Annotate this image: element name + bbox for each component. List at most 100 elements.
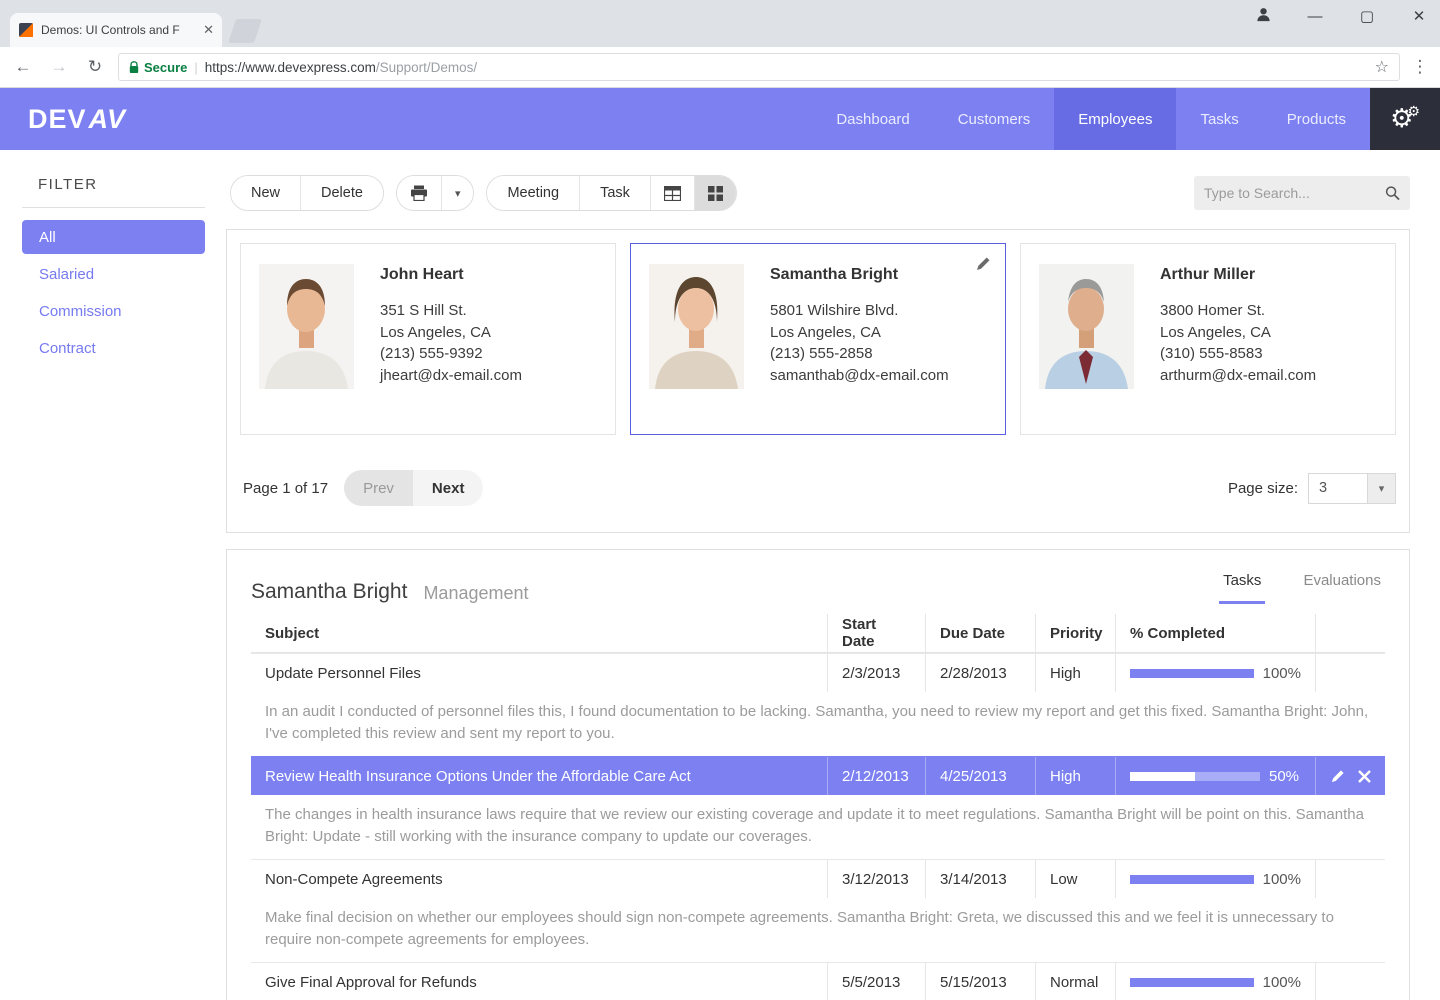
employee-card-john-heart[interactable]: John Heart 351 S Hill St. Los Angeles, C… [240,243,616,435]
omnibox-separator: | [194,60,197,75]
task-subject: Update Personnel Files [251,654,827,692]
print-button[interactable] [397,176,441,210]
task-priority: Normal [1035,963,1115,1000]
new-tab-button[interactable] [228,19,262,43]
secure-badge[interactable]: Secure [129,60,187,75]
sidebar-item-contract[interactable]: Contract [22,331,205,365]
col-actions [1315,614,1385,652]
search-icon[interactable] [1385,185,1400,201]
prev-page-button[interactable]: Prev [344,470,413,506]
task-priority: High [1035,654,1115,692]
employee-name: Arthur Miller [1160,266,1316,284]
page-size-select[interactable]: 3 ▾ [1308,473,1396,504]
card-view-icon [708,186,723,201]
tab-tasks[interactable]: Tasks [1219,566,1265,604]
pager-buttons: Prev Next [344,470,483,506]
tab-evaluations[interactable]: Evaluations [1299,566,1385,604]
profile-icon[interactable] [1252,6,1274,27]
task-subject: Give Final Approval for Refunds [251,963,827,1000]
url-field[interactable]: Secure | https://www.devexpress.com/Supp… [118,53,1400,81]
tasks-table: Subject Start Date Due Date Priority % C… [251,614,1385,1000]
nav-item-dashboard[interactable]: Dashboard [812,88,933,150]
table-row[interactable]: Update Personnel Files 2/3/2013 2/28/201… [251,653,1385,692]
task-due: 5/15/2013 [925,963,1035,1000]
tab-close-icon[interactable]: ✕ [203,22,214,38]
card-view-button[interactable] [694,176,736,210]
table-row-selected[interactable]: Review Health Insurance Options Under th… [251,756,1385,795]
new-button[interactable]: New [231,176,300,210]
maximize-icon[interactable]: ▢ [1356,7,1378,25]
nav-item-products[interactable]: Products [1263,88,1370,150]
table-view-button[interactable] [650,176,694,210]
browser-tab-strip: Demos: UI Controls and F ✕ — ▢ ✕ [0,0,1440,47]
col-priority[interactable]: Priority [1035,614,1115,652]
employee-card-samantha-bright[interactable]: Samantha Bright 5801 Wilshire Blvd. Los … [630,243,1006,435]
sidebar-item-commission[interactable]: Commission [22,294,205,328]
col-completed[interactable]: % Completed [1115,614,1315,652]
delete-button[interactable]: Delete [300,176,383,210]
table-row[interactable]: Give Final Approval for Refunds 5/5/2013… [251,962,1385,1000]
main-nav: Dashboard Customers Employees Tasks Prod… [812,88,1370,150]
gear-small-icon: ⚙ [1407,104,1420,120]
browser-tab[interactable]: Demos: UI Controls and F ✕ [10,13,222,47]
back-icon[interactable]: ← [10,57,36,77]
task-start: 5/5/2013 [827,963,925,1000]
col-start-date[interactable]: Start Date [827,614,925,652]
task-button[interactable]: Task [579,176,650,210]
task-subject: Review Health Insurance Options Under th… [251,757,827,795]
employee-phone: (213) 555-9392 [380,343,522,365]
col-due-date[interactable]: Due Date [925,614,1035,652]
devav-logo[interactable]: DEVAV [0,88,126,150]
nav-item-tasks[interactable]: Tasks [1176,88,1262,150]
col-subject[interactable]: Subject [251,614,827,652]
search-input[interactable] [1204,185,1385,201]
task-due: 3/14/2013 [925,860,1035,898]
task-due: 2/28/2013 [925,654,1035,692]
sidebar-item-salaried[interactable]: Salaried [22,257,205,291]
sidebar-item-all[interactable]: All [22,220,205,254]
task-priority: Low [1035,860,1115,898]
table-header-row: Subject Start Date Due Date Priority % C… [251,614,1385,653]
employee-detail-panel: Samantha Bright Management Tasks Evaluat… [226,549,1410,1000]
employee-address2: Los Angeles, CA [380,322,522,344]
forward-icon[interactable]: → [46,57,72,77]
filter-sidebar: FILTER All Salaried Commission Contract [0,150,225,1000]
employee-address1: 351 S Hill St. [380,300,522,322]
chevron-down-icon[interactable]: ▾ [1367,474,1395,503]
print-dropdown-button[interactable]: ▾ [441,176,474,210]
task-progress: 100% [1115,963,1315,1000]
task-progress: 100% [1115,654,1315,692]
bookmark-star-icon[interactable]: ☆ [1375,57,1389,77]
lock-icon [129,61,139,74]
refresh-icon[interactable]: ↻ [82,57,108,77]
task-note: The changes in health insurance laws req… [251,795,1385,859]
detail-tabs: Tasks Evaluations [1219,566,1385,604]
task-actions [1315,757,1385,795]
settings-button[interactable]: ⚙⚙ [1370,88,1440,150]
task-start: 3/12/2013 [827,860,925,898]
actions-view-group: Meeting Task [486,175,736,211]
employee-card-arthur-miller[interactable]: Arthur Miller 3800 Homer St. Los Angeles… [1020,243,1396,435]
edit-task-icon[interactable] [1330,769,1345,784]
next-page-button[interactable]: Next [413,470,484,506]
browser-menu-icon[interactable]: ⋮ [1410,57,1430,77]
app-header: DEVAV Dashboard Customers Employees Task… [0,88,1440,150]
minimize-icon[interactable]: — [1304,8,1326,25]
nav-item-customers[interactable]: Customers [934,88,1055,150]
close-window-icon[interactable]: ✕ [1408,7,1430,25]
main-content: New Delete ▾ Meeting Task [225,150,1440,1000]
detail-subtitle: Management [423,583,528,604]
nav-item-employees[interactable]: Employees [1054,88,1176,150]
search-box [1194,176,1410,210]
meeting-button[interactable]: Meeting [487,176,579,210]
toolbar: New Delete ▾ Meeting Task [230,175,1410,211]
print-group: ▾ [396,175,475,211]
delete-task-icon[interactable] [1358,770,1371,783]
task-due: 4/25/2013 [925,757,1035,795]
url-text: https://www.devexpress.com/Support/Demos… [205,60,477,75]
page-size-value: 3 [1309,480,1367,496]
employee-cards-row: John Heart 351 S Hill St. Los Angeles, C… [227,230,1409,448]
edit-card-icon[interactable] [975,256,991,277]
employee-email: jheart@dx-email.com [380,365,522,387]
table-row[interactable]: Non-Compete Agreements 3/12/2013 3/14/20… [251,859,1385,898]
